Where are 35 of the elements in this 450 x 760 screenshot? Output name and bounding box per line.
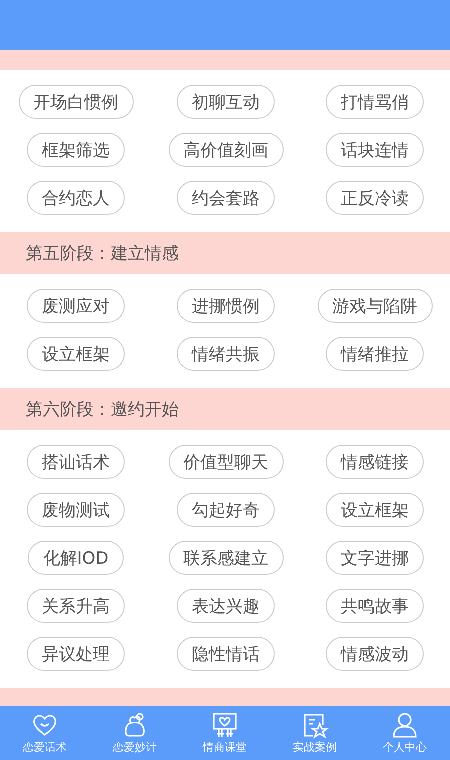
topic-chip[interactable]: 情感波动 xyxy=(326,637,424,671)
topic-chip[interactable]: 设立框架 xyxy=(27,337,125,371)
topic-chip[interactable]: 勾起好奇 xyxy=(177,493,275,527)
topic-chip[interactable]: 约会套路 xyxy=(177,181,275,215)
topic-chip[interactable]: 隐性情话 xyxy=(177,637,275,671)
topic-chip[interactable]: 高价值刻画 xyxy=(168,133,284,167)
board-icon xyxy=(211,711,239,739)
topic-chip[interactable]: 框架筛选 xyxy=(27,133,125,167)
topic-chip[interactable]: 关系升高 xyxy=(27,589,125,623)
topic-chip[interactable]: 话块连情 xyxy=(326,133,424,167)
topic-chip[interactable]: 合约恋人 xyxy=(27,181,125,215)
person-icon xyxy=(391,711,419,739)
topic-chip[interactable]: 正反冷读 xyxy=(326,181,424,215)
topic-chip[interactable]: 初聊互动 xyxy=(177,85,275,119)
topic-chip[interactable]: 联系感建立 xyxy=(168,541,284,575)
topic-chip[interactable]: 情绪推拉 xyxy=(326,337,424,371)
section-title: 第五阶段：建立情感 xyxy=(26,242,179,264)
topic-chip[interactable]: 打情骂俏 xyxy=(326,85,424,119)
topic-chip[interactable]: 进挪惯例 xyxy=(177,289,275,323)
topic-chip[interactable]: 设立框架 xyxy=(326,493,424,527)
topic-chip[interactable]: 情感链接 xyxy=(326,445,424,479)
topic-chip[interactable]: 价值型聊天 xyxy=(168,445,284,479)
topic-chip[interactable]: 异议处理 xyxy=(27,637,125,671)
topic-chip[interactable]: 废物测试 xyxy=(27,493,125,527)
topic-chip[interactable]: 搭讪话术 xyxy=(27,445,125,479)
topic-chip[interactable]: 化解IOD xyxy=(28,541,124,575)
topic-chip[interactable]: 开场白惯例 xyxy=(18,85,134,119)
topic-chip[interactable]: 文字进挪 xyxy=(326,541,424,575)
section-title: 第六阶段：邀约开始 xyxy=(26,398,179,420)
topic-chip[interactable]: 情绪共振 xyxy=(177,337,275,371)
topic-chip[interactable]: 废测应对 xyxy=(27,289,125,323)
topic-chip[interactable]: 游戏与陷阱 xyxy=(318,289,432,323)
topic-chip[interactable]: 共鸣故事 xyxy=(326,589,424,623)
topic-chip[interactable]: 表达兴趣 xyxy=(177,589,275,623)
star-icon xyxy=(301,711,329,739)
